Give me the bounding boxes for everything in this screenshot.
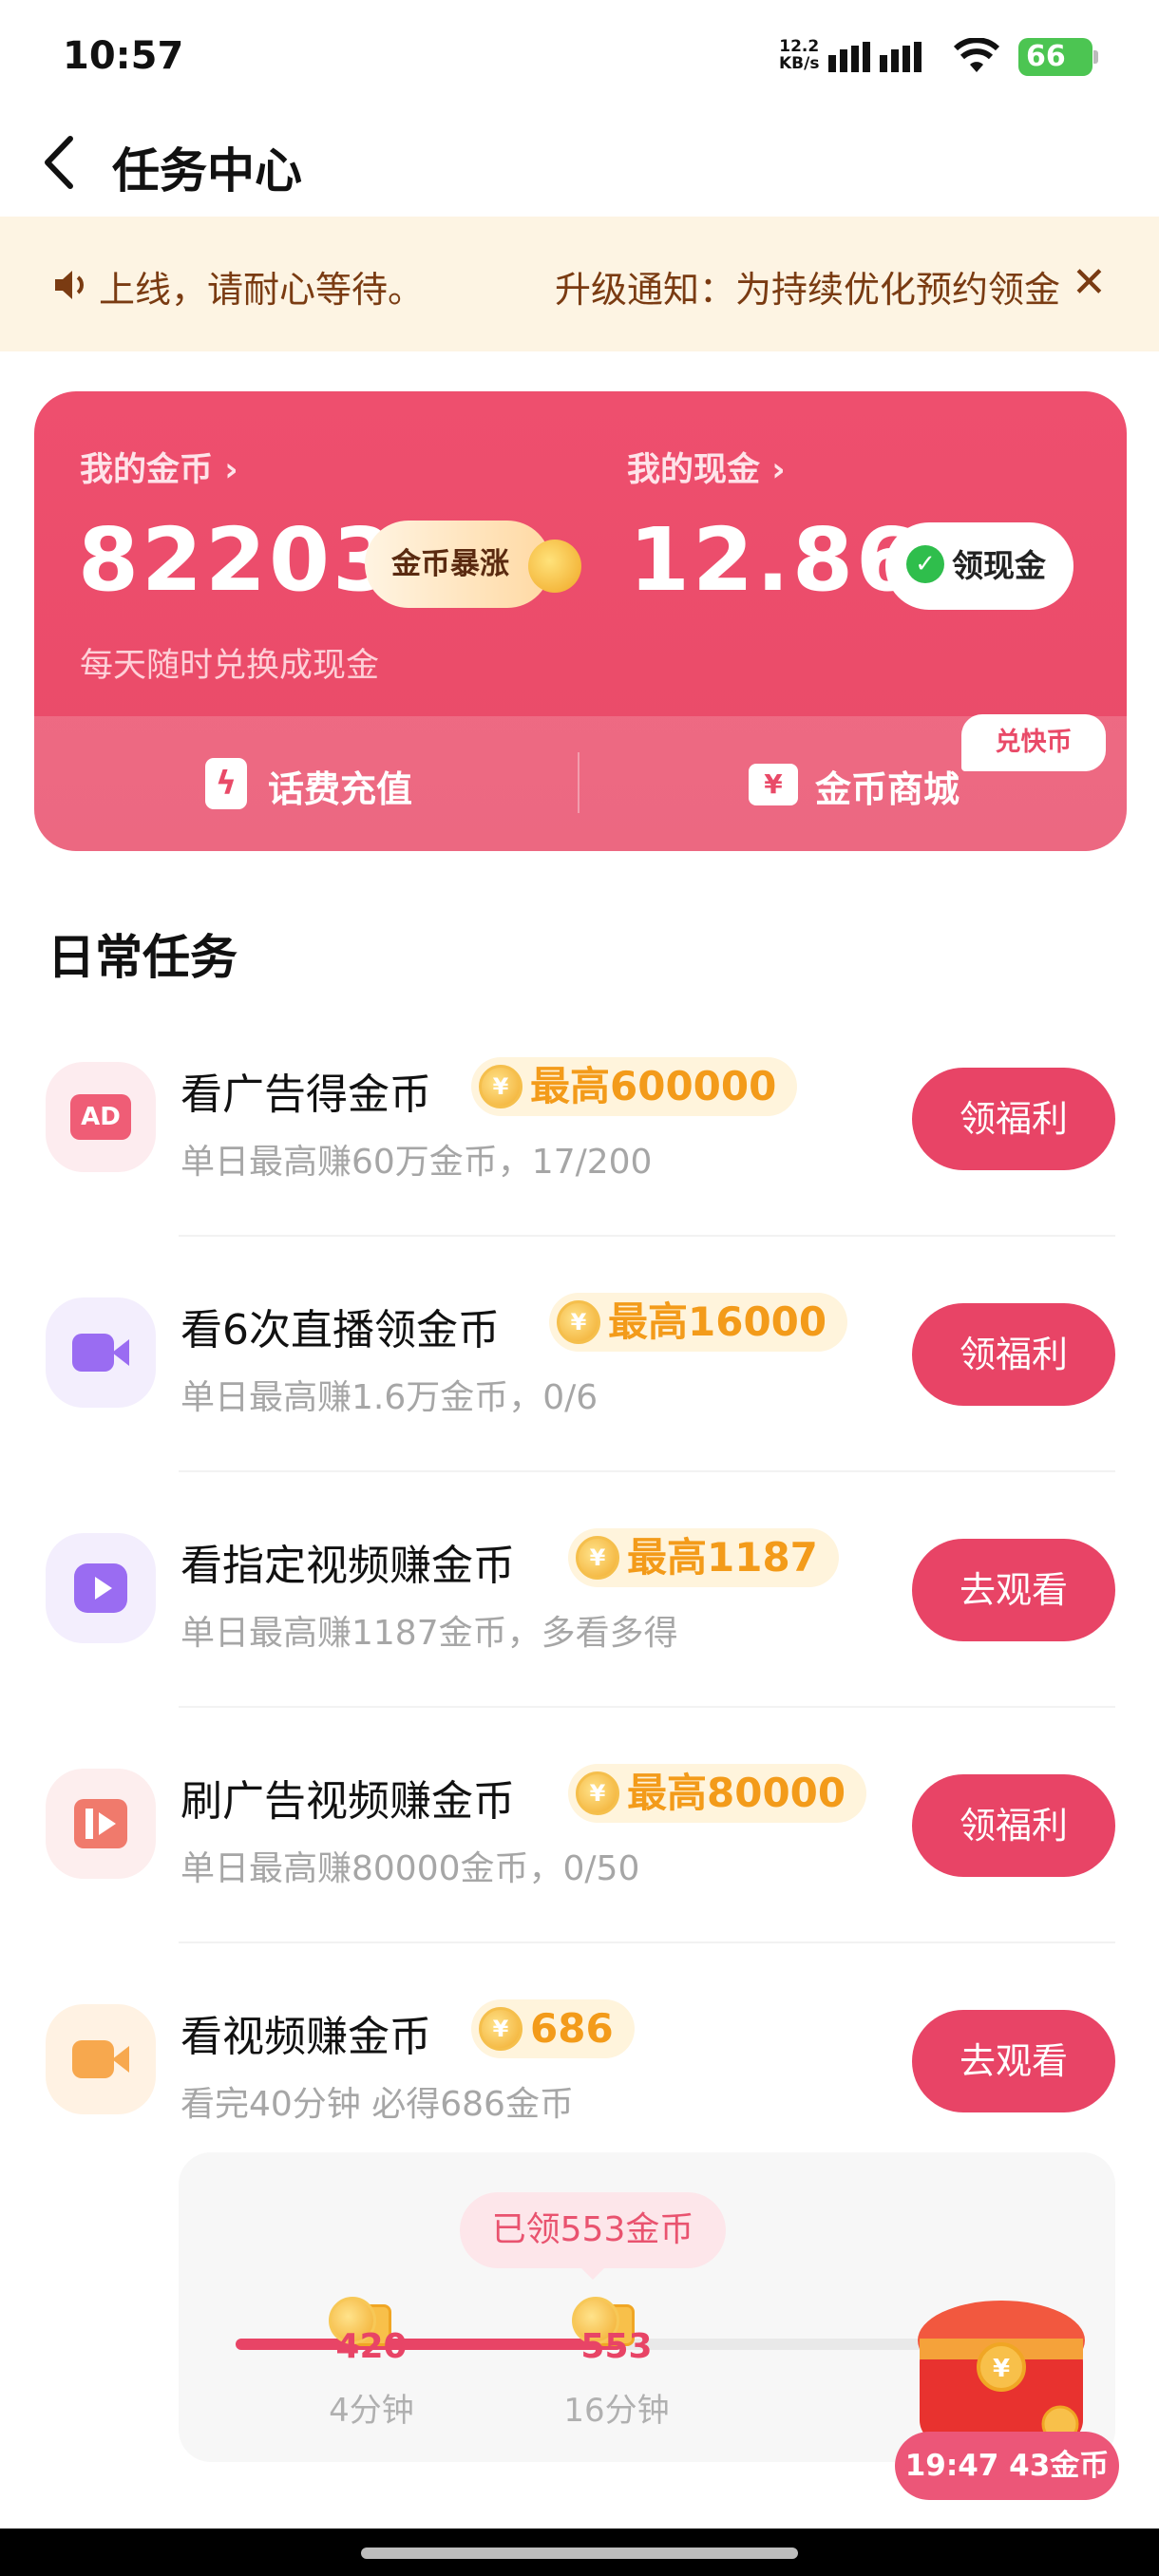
speaker-icon xyxy=(55,271,84,299)
chest-timer: 19:47 43金币 xyxy=(895,2432,1119,2500)
live-camera-icon xyxy=(46,1297,156,1408)
claim-benefit-button[interactable]: 领福利 xyxy=(912,1303,1115,1406)
task-subtitle: 单日最高赚1.6万金币，0/6 xyxy=(180,1378,598,1417)
video-camera-icon xyxy=(46,2004,156,2114)
notice-text-left: 上线，请耐心等待。 xyxy=(99,269,425,311)
net-speed-value: 12.2 xyxy=(779,37,820,56)
play-icon xyxy=(46,1533,156,1643)
phone-topup-button[interactable]: 话费充值 xyxy=(268,760,412,812)
coins-balance: 82203 xyxy=(78,509,397,611)
coin-icon xyxy=(528,540,581,593)
claimed-bubble: 已领553金币 xyxy=(460,2192,726,2268)
milestone-time: 16分钟 xyxy=(563,2392,670,2430)
task-subtitle: 单日最高赚60万金币，17/200 xyxy=(180,1143,653,1182)
section-title: 日常任务 xyxy=(48,930,238,985)
divider xyxy=(179,1470,1115,1472)
task-reward-value: 最高1187 xyxy=(627,1534,818,1581)
claim-benefit-button[interactable]: 领福利 xyxy=(912,1068,1115,1170)
home-indicator[interactable] xyxy=(361,2548,798,2559)
chevron-left-icon[interactable] xyxy=(36,131,84,194)
notice-text-right: 升级通知：为持续优化预约领金 xyxy=(555,269,1061,311)
watch-button[interactable]: 去观看 xyxy=(912,2010,1115,2112)
coin-icon: ¥ xyxy=(576,1771,619,1815)
claim-benefit-button[interactable]: 领福利 xyxy=(912,1774,1115,1877)
net-speed-unit: KB/s xyxy=(779,54,820,73)
task-reward-value: 最高80000 xyxy=(627,1770,846,1816)
coin-icon: ¥ xyxy=(479,2007,522,2051)
my-coins-label: 我的金币 xyxy=(80,451,214,489)
my-coins-link[interactable]: 我的金币 › xyxy=(80,443,238,491)
video-ad-icon xyxy=(46,1769,156,1879)
coin-icon: ¥ xyxy=(557,1300,600,1344)
wifi-icon xyxy=(953,38,1000,72)
task-title: 看指定视频赚金币 xyxy=(180,1542,515,1590)
battery-icon: 66 xyxy=(1018,38,1098,76)
status-time: 10:57 xyxy=(63,34,184,78)
task-title: 看6次直播领金币 xyxy=(180,1306,500,1354)
milestone-time: 4分钟 xyxy=(329,2392,414,2430)
milestone-coins: 553 xyxy=(580,2327,653,2366)
bubble-arrow xyxy=(580,2266,606,2280)
coin-mall-button[interactable]: 金币商城 xyxy=(815,760,960,812)
lightning-icon: ϟ xyxy=(205,758,247,809)
chevron-right-icon: › xyxy=(771,451,786,489)
mall-badge: 兑快币 xyxy=(961,714,1106,771)
cash-balance: 12.86 xyxy=(629,509,921,611)
coin-icon: ¥ xyxy=(576,1536,619,1580)
task-reward: ¥ 最高80000 xyxy=(568,1764,867,1823)
coin-icon: ¥ xyxy=(479,1065,522,1108)
divider xyxy=(578,752,580,813)
task-subtitle: 单日最高赚80000金币，0/50 xyxy=(180,1849,640,1888)
watch-button[interactable]: 去观看 xyxy=(912,1539,1115,1641)
my-cash-link[interactable]: 我的现金 › xyxy=(627,443,786,491)
task-subtitle: 单日最高赚1187金币，多看多得 xyxy=(180,1614,678,1653)
task-reward: ¥686 xyxy=(471,1999,635,2058)
ad-icon: AD xyxy=(46,1062,156,1172)
wallet-card: 我的金币 › 我的现金 › 82203 金币暴涨 12.86 领现金 ✓ 每天随… xyxy=(34,391,1127,851)
coin-boom-button[interactable]: 金币暴涨 xyxy=(365,521,551,608)
task-subtitle: 看完40分钟 必得686金币 xyxy=(180,2085,574,2124)
milestone-coins: 420 xyxy=(335,2327,408,2366)
task-title: 刷广告视频赚金币 xyxy=(180,1777,515,1826)
task-reward: ¥ 最高16000 xyxy=(549,1293,848,1352)
close-icon[interactable]: ✕ xyxy=(1072,262,1107,304)
signal-icon xyxy=(828,42,922,72)
treasure-chest-icon[interactable]: ¥ xyxy=(908,2291,1094,2453)
task-reward: ¥ 最高1187 xyxy=(568,1528,839,1587)
divider xyxy=(179,1235,1115,1237)
my-cash-label: 我的现金 xyxy=(627,451,761,489)
chevron-right-icon: › xyxy=(224,451,238,489)
svg-text:¥: ¥ xyxy=(993,2355,1010,2383)
task-reward-value: 最高16000 xyxy=(608,1298,827,1345)
network-speed: 12.2 KB/s xyxy=(779,38,819,72)
task-reward-value: 686 xyxy=(530,2005,614,2052)
task-title: 看视频赚金币 xyxy=(180,2013,431,2061)
page-title: 任务中心 xyxy=(112,143,302,199)
status-bar: 10:57 12.2 KB/s 66 xyxy=(0,0,1159,114)
divider xyxy=(179,1706,1115,1708)
coupon-yen-icon: ¥ xyxy=(749,764,798,805)
wechat-check-icon: ✓ xyxy=(906,545,944,583)
wallet-subtitle: 每天随时兑换成现金 xyxy=(80,647,380,685)
battery-level: 66 xyxy=(1026,40,1066,73)
divider xyxy=(179,1941,1115,1943)
task-title: 看广告得金币 xyxy=(180,1070,431,1119)
task-reward-value: 最高600000 xyxy=(530,1063,777,1109)
task-reward: ¥ 最高600000 xyxy=(471,1057,798,1116)
